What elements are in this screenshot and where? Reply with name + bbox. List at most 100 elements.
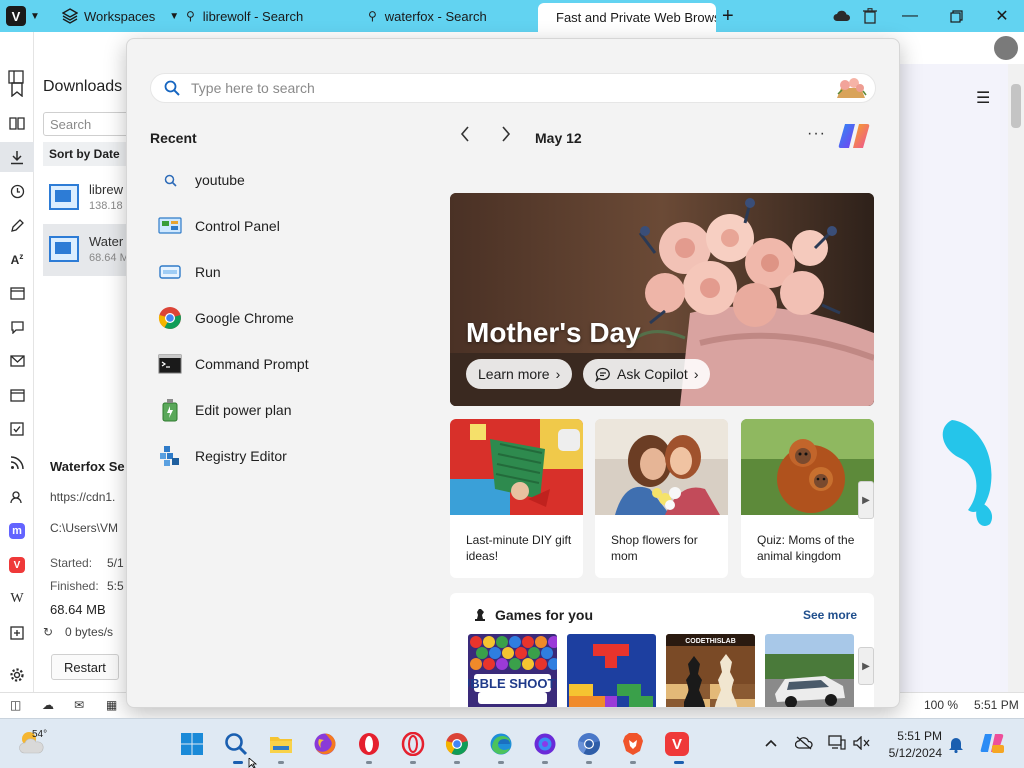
mastodon-icon[interactable]: m [8, 522, 26, 540]
downloads-search-input[interactable]: Search [43, 112, 126, 136]
recent-item-command-prompt[interactable]: Command Prompt [157, 347, 417, 381]
recent-item-edit-power-plan[interactable]: Edit power plan [157, 393, 417, 427]
hero-card-mothers-day[interactable]: Mother's Day Learn more › Ask Copilot › [450, 193, 874, 406]
notification-bell-icon[interactable] [948, 735, 964, 756]
notes-icon[interactable] [8, 216, 26, 234]
panel-toggle-icon[interactable]: ◫ [10, 698, 21, 712]
vivaldi-menu-button[interactable]: V [6, 6, 26, 26]
card-diy-gift-ideas[interactable]: Last-minute DIY gift ideas! [450, 419, 583, 578]
restart-button[interactable]: Restart [51, 654, 119, 680]
history-icon[interactable] [8, 182, 26, 200]
opera-gx-button[interactable] [400, 731, 426, 757]
bookmarks-icon[interactable] [8, 80, 26, 98]
edge-button[interactable] [488, 731, 514, 757]
minimize-button[interactable]: — [896, 0, 924, 32]
tab-active-waterfox-site[interactable]: Fast and Private Web Brows [538, 3, 716, 32]
copilot-pre-icon[interactable] [980, 732, 1004, 757]
add-panel-icon[interactable] [8, 624, 26, 642]
game-bubble-shooter[interactable]: BUBBLE SHOOTER [468, 634, 557, 707]
power-plan-icon [157, 398, 183, 422]
onedrive-offline-icon[interactable] [794, 736, 813, 753]
zoom-level[interactable]: 100 % [924, 698, 958, 712]
learn-more-button[interactable]: Learn more › [466, 359, 573, 389]
workspaces-button[interactable]: Workspaces ▼ [62, 0, 179, 32]
close-button[interactable]: ✕ [988, 0, 1016, 32]
window-panel-icon[interactable] [8, 284, 26, 302]
download-item[interactable]: librew 138.18 [43, 172, 126, 224]
cloud-icon[interactable]: ☁ [42, 698, 54, 712]
wikipedia-icon[interactable]: W [8, 590, 26, 608]
more-options-icon[interactable]: ··· [807, 125, 826, 143]
cloud-sync-icon[interactable] [828, 0, 856, 32]
windows-logo-icon [181, 733, 203, 755]
recent-item-youtube[interactable]: youtube [157, 163, 417, 197]
see-more-link[interactable]: See more [803, 608, 857, 622]
contacts-icon[interactable] [8, 488, 26, 506]
games-next-button[interactable]: ▶ [858, 647, 874, 685]
recent-item-google-chrome[interactable]: Google Chrome [157, 301, 417, 335]
new-tab-button[interactable]: + [722, 0, 734, 32]
profile-avatar[interactable] [994, 36, 1018, 60]
game-chess[interactable]: CODETHISLAB [666, 634, 755, 707]
file-explorer-button[interactable] [268, 731, 294, 757]
mail-icon[interactable]: ✉ [74, 698, 84, 712]
download-item-selected[interactable]: Water 68.64 M [43, 224, 126, 276]
restore-button[interactable] [942, 0, 970, 32]
taskbar-search-button[interactable] [223, 731, 249, 757]
weather-widget[interactable]: 54° [18, 729, 48, 759]
tab-librewolf-search[interactable]: ⚲ librewolf - Search [176, 0, 362, 32]
downloads-icon[interactable] [0, 142, 34, 172]
tab-waterfox-search[interactable]: ⚲ waterfox - Search [358, 0, 538, 32]
card-shop-flowers[interactable]: Shop flowers for mom [595, 419, 728, 578]
recent-item-label: Run [195, 264, 221, 280]
detail-path[interactable]: C:\Users\VM [50, 521, 118, 535]
start-button[interactable] [179, 731, 205, 757]
translate-icon[interactable]: Az [8, 250, 26, 268]
display-devices-icon[interactable] [828, 735, 846, 754]
speaker-muted-icon[interactable] [853, 735, 871, 753]
recent-item-registry-editor[interactable]: Registry Editor [157, 439, 417, 473]
reading-list-icon[interactable] [8, 114, 26, 132]
settings-gear-icon[interactable] [8, 666, 26, 684]
calendar-icon[interactable] [8, 386, 26, 404]
next-arrow-icon[interactable] [501, 126, 521, 147]
ask-copilot-button[interactable]: Ask Copilot › [583, 359, 711, 389]
feeds-icon[interactable] [8, 454, 26, 472]
previous-arrow-icon[interactable] [460, 126, 480, 147]
chrome-button[interactable] [444, 731, 470, 757]
recent-item-run[interactable]: Run [157, 255, 417, 289]
taskbar-clock[interactable]: 5:51 PM 5/12/2024 [878, 728, 942, 762]
brave-button[interactable] [620, 731, 646, 757]
chevron-down-icon[interactable]: ▼ [30, 0, 40, 32]
game-blocks[interactable] [567, 634, 656, 707]
vivaldi-button[interactable]: V [664, 731, 690, 757]
card-title: Last-minute DIY gift ideas! [466, 533, 572, 563]
calendar-icon[interactable]: ▦ [106, 698, 117, 712]
mail-icon[interactable] [8, 352, 26, 370]
opera-button[interactable] [356, 731, 382, 757]
scrollbar-thumb[interactable] [1011, 84, 1021, 128]
card-animal-moms-quiz[interactable]: Quiz: Moms of the animal kingdom [741, 419, 874, 578]
trash-icon[interactable] [856, 0, 884, 32]
page-scrollbar[interactable] [1008, 64, 1024, 692]
tasks-icon[interactable] [8, 420, 26, 438]
game-racing[interactable] [765, 634, 854, 707]
carousel-next-button[interactable]: ▶ [858, 481, 874, 519]
status-clock: 5:51 PM [974, 698, 1019, 712]
download-name: Water [89, 234, 124, 249]
search-input[interactable] [191, 80, 791, 96]
sort-dropdown[interactable]: Sort by Date [43, 142, 126, 166]
chat-icon[interactable] [8, 318, 26, 336]
detail-url[interactable]: https://cdn1. [50, 490, 115, 504]
vivaldi-panel-icon[interactable]: V [8, 556, 26, 574]
copilot-icon[interactable] [837, 119, 871, 153]
blocks-game-thumbnail [567, 634, 656, 707]
recent-item-control-panel[interactable]: Control Panel [157, 209, 417, 243]
hamburger-menu-icon[interactable]: ☰ [976, 88, 990, 108]
tor-like-browser-button[interactable] [532, 731, 558, 757]
chromium-button[interactable] [576, 731, 602, 757]
browser-sidebar: Az m V W [0, 32, 34, 692]
show-hidden-icons-chevron[interactable] [765, 734, 777, 750]
search-box[interactable] [150, 73, 876, 103]
firefox-button[interactable] [312, 731, 338, 757]
